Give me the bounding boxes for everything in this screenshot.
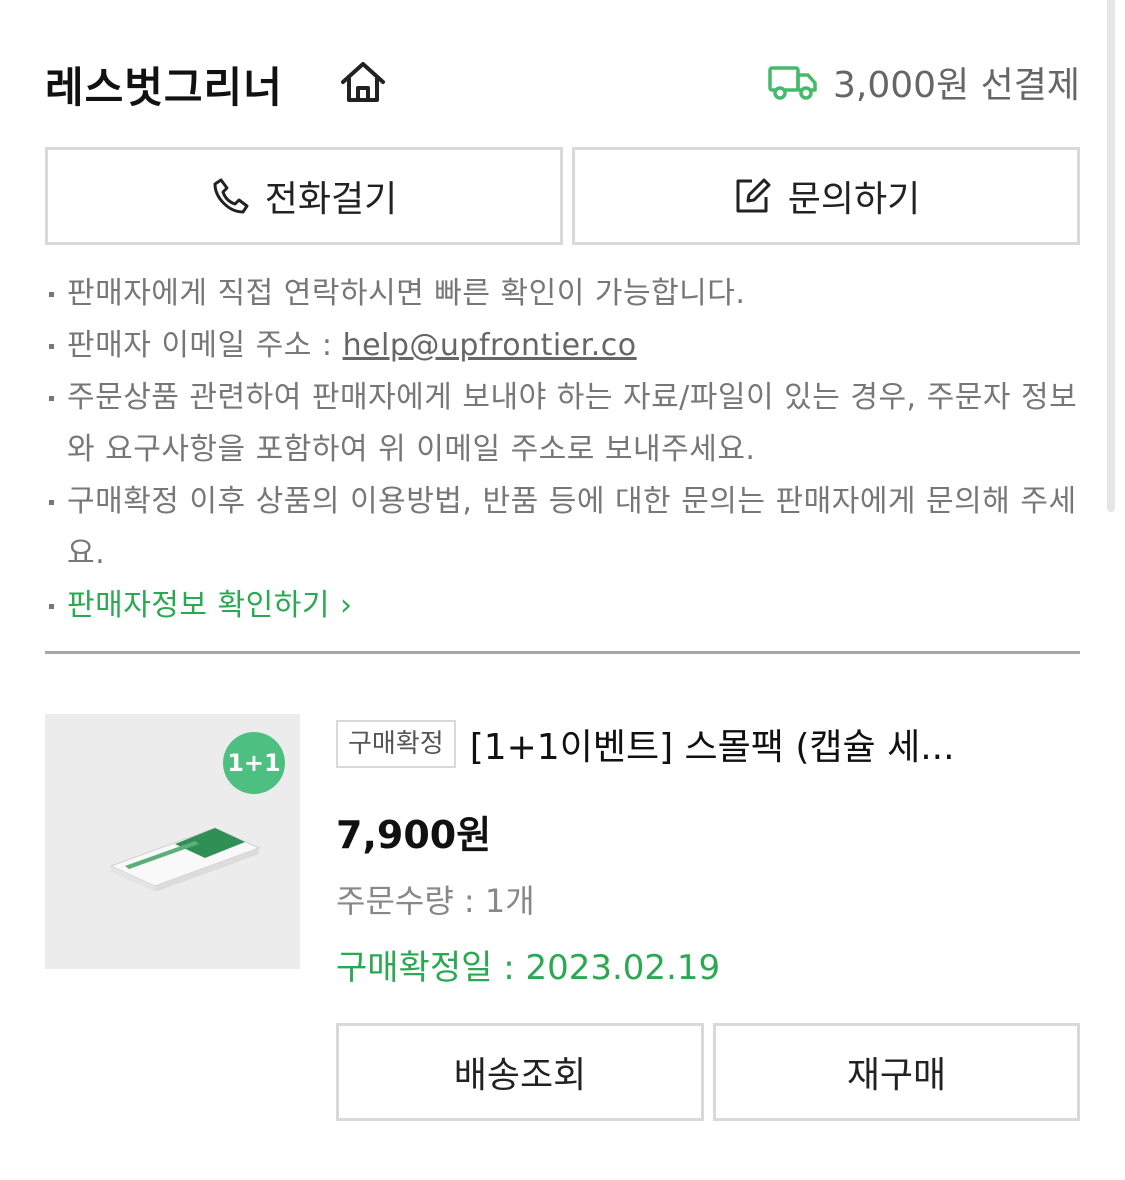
chevron-right-icon: › (329, 588, 353, 623)
store-header: 레스벗그리너 3,000원 선결제 (45, 44, 1080, 120)
seller-info-link[interactable]: 판매자정보 확인하기 (67, 588, 330, 623)
home-icon[interactable] (337, 56, 389, 108)
rebuy-label: 재구매 (846, 1055, 947, 1096)
call-button[interactable]: 전화걸기 (45, 147, 563, 245)
phone-icon (213, 178, 249, 214)
seller-notice-list: 판매자에게 직접 연락하시면 빠른 확인이 가능합니다. 판매자 이메일 주소 … (45, 268, 1085, 632)
shipping-info: 3,000원 선결제 (767, 56, 1080, 108)
product-price: 7,900원 (336, 813, 492, 857)
edit-icon (736, 178, 771, 213)
notice-after-confirm: 구매확정 이후 상품의 이용방법, 반품 등에 대한 문의는 판매자에게 문의해… (45, 476, 1085, 580)
track-delivery-label: 배송조회 (453, 1055, 587, 1096)
purchase-confirmed-date: 구매확정일 : 2023.02.19 (336, 948, 721, 988)
one-plus-one-badge: 1+1 (223, 732, 285, 794)
product-package-image (109, 827, 261, 892)
store-name[interactable]: 레스벗그리너 (45, 54, 283, 115)
order-quantity: 주문수량 : 1개 (336, 882, 535, 920)
notice-seller-info: 판매자정보 확인하기 › (45, 580, 1085, 632)
notice-direct-contact: 판매자에게 직접 연락하시면 빠른 확인이 가능합니다. (45, 268, 1085, 320)
notice-files: 주문상품 관련하여 판매자에게 보내야 하는 자료/파일이 있는 경우, 주문자… (45, 372, 1085, 476)
section-divider (45, 651, 1080, 654)
product-info: 구매확정 [1+1이벤트] 스몰팩 (캡슐 세... 7,900원 주문수량 : … (336, 718, 1080, 988)
seller-email-link[interactable]: help@upfrontier.co (343, 328, 637, 363)
truck-icon (768, 66, 817, 100)
track-delivery-button[interactable]: 배송조회 (336, 1023, 704, 1121)
product-title-row: 구매확정 [1+1이벤트] 스몰팩 (캡슐 세... (336, 718, 1080, 778)
inquiry-button-label: 문의하기 (787, 179, 921, 220)
product-title[interactable]: [1+1이벤트] 스몰팩 (캡슐 세... (470, 727, 955, 768)
notice-email: 판매자 이메일 주소 : help@upfrontier.co (45, 320, 1085, 372)
call-button-label: 전화걸기 (264, 179, 398, 220)
shipping-fee-text: 3,000원 선결제 (833, 65, 1080, 106)
page-scrollbar[interactable] (1107, 0, 1115, 512)
status-badge: 구매확정 (336, 720, 456, 768)
notice-email-prefix: 판매자 이메일 주소 : (67, 328, 343, 363)
product-thumbnail[interactable]: 1+1 (45, 714, 300, 969)
inquiry-button[interactable]: 문의하기 (572, 147, 1080, 245)
rebuy-button[interactable]: 재구매 (713, 1023, 1080, 1121)
